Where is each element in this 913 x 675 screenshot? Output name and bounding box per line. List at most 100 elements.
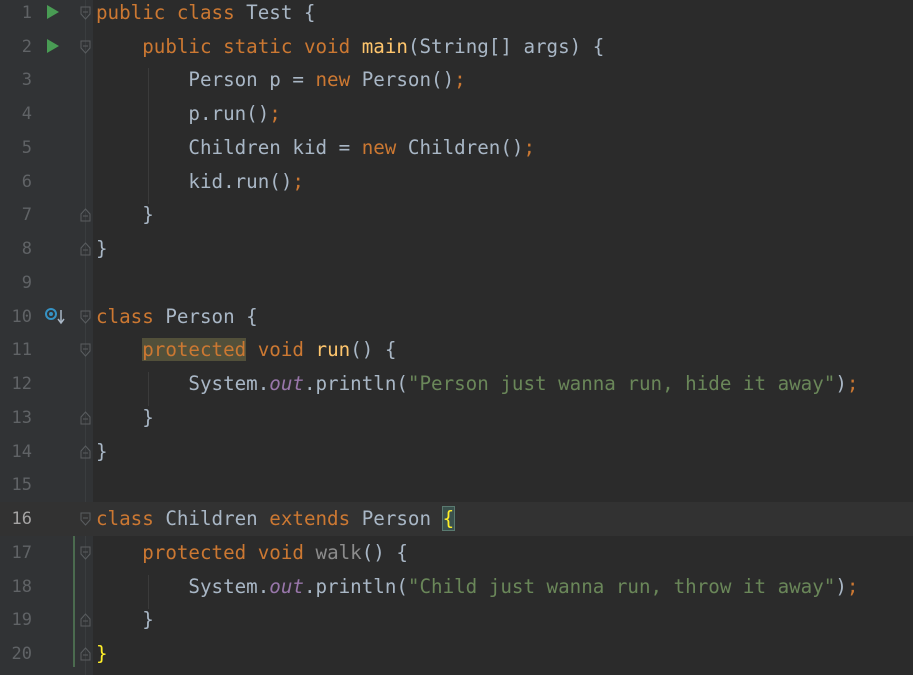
fold-close-icon[interactable] xyxy=(80,647,91,661)
fold-close-icon[interactable] xyxy=(80,613,91,627)
code-line-16[interactable]: 16 class Children extends Person { xyxy=(0,502,913,536)
static-field: out xyxy=(269,575,304,598)
code-text: ) xyxy=(835,372,847,395)
code-line-15[interactable]: 15 xyxy=(0,468,913,502)
line-number: 11 xyxy=(11,340,32,360)
code-text: Children kid = xyxy=(188,136,362,159)
code-text: () { xyxy=(361,541,408,564)
keyword: class xyxy=(96,507,154,530)
code-text[interactable]: } xyxy=(96,198,154,232)
closing-brace: } xyxy=(96,440,108,463)
code-text[interactable]: System.out.println("Child just wanna run… xyxy=(96,570,858,604)
code-text[interactable]: } xyxy=(96,401,154,435)
code-line-1[interactable]: 1 public class Test { xyxy=(0,0,913,30)
code-line-9[interactable]: 9 xyxy=(0,266,913,300)
keyword: void xyxy=(257,338,304,361)
code-text[interactable]: kid.run(); xyxy=(96,165,304,199)
fold-close-icon[interactable] xyxy=(80,411,91,425)
keyword: public class xyxy=(96,1,235,24)
line-number: 17 xyxy=(11,543,32,563)
code-text: Person() xyxy=(350,68,455,91)
code-text[interactable]: public static void main(String[] args) { xyxy=(96,30,604,64)
semicolon: ; xyxy=(846,575,859,598)
matched-brace: } xyxy=(96,642,108,665)
keyword: protected xyxy=(142,338,247,361)
fold-open-icon[interactable] xyxy=(80,40,91,54)
code-text[interactable]: Children kid = new Children(); xyxy=(96,131,535,165)
run-triangle-icon[interactable] xyxy=(47,5,59,19)
code-line-11[interactable]: 11 protected void run() { xyxy=(0,333,913,367)
code-text[interactable]: class Children extends Person { xyxy=(96,502,456,536)
code-text: Person xyxy=(350,507,443,530)
line-number: 1 xyxy=(21,3,32,23)
code-line-6[interactable]: 6 kid.run(); xyxy=(0,165,913,199)
line-number: 14 xyxy=(11,442,32,462)
line-number: 13 xyxy=(11,408,32,428)
code-line-20[interactable]: 20 } xyxy=(0,637,913,671)
code-line-5[interactable]: 5 Children kid = new Children(); xyxy=(0,131,913,165)
code-text[interactable]: } xyxy=(96,435,108,469)
closing-brace: } xyxy=(96,237,108,260)
keyword: class xyxy=(96,305,154,328)
line-number: 16 xyxy=(11,509,32,529)
code-text[interactable]: Person p = new Person(); xyxy=(96,63,466,97)
code-text[interactable]: p.run(); xyxy=(96,97,280,131)
code-line-18[interactable]: 18 System.out.println("Child just wanna … xyxy=(0,570,913,604)
fold-open-icon[interactable] xyxy=(80,546,91,560)
code-line-13[interactable]: 13 } xyxy=(0,401,913,435)
semicolon: ; xyxy=(292,170,304,193)
code-line-12[interactable]: 12 System.out.println("Person just wanna… xyxy=(0,367,913,401)
fold-open-icon[interactable] xyxy=(80,512,91,526)
code-text: kid.run() xyxy=(188,170,293,193)
keyword: extends xyxy=(269,507,351,530)
fold-open-icon[interactable] xyxy=(80,310,91,324)
code-text[interactable]: } xyxy=(96,232,108,266)
static-field: out xyxy=(269,372,304,395)
code-text[interactable]: public class Test { xyxy=(96,0,316,30)
semicolon: ; xyxy=(523,136,535,159)
code-line-14[interactable]: 14 } xyxy=(0,435,913,469)
keyword: protected xyxy=(142,541,247,564)
code-line-2[interactable]: 2 public static void main(String[] args)… xyxy=(0,30,913,64)
code-text: ) xyxy=(835,575,847,598)
keyword: void xyxy=(257,541,304,564)
line-number: 2 xyxy=(21,37,32,57)
code-line-8[interactable]: 8 } xyxy=(0,232,913,266)
code-text: Children() xyxy=(396,136,524,159)
line-number: 15 xyxy=(11,475,32,495)
code-text[interactable]: } xyxy=(96,637,108,671)
code-text[interactable]: class Person { xyxy=(96,300,258,334)
code-text: (String[] args) { xyxy=(407,35,605,58)
line-number: 8 xyxy=(21,239,32,259)
code-text[interactable]: protected void run() { xyxy=(96,333,396,367)
code-line-19[interactable]: 19 } xyxy=(0,603,913,637)
fold-open-icon[interactable] xyxy=(80,6,91,20)
run-triangle-icon[interactable] xyxy=(47,39,59,53)
code-text: System. xyxy=(188,372,270,395)
line-number: 4 xyxy=(21,104,32,124)
line-number: 3 xyxy=(21,70,32,90)
code-editor[interactable]: 1 public class Test { 2 public static vo… xyxy=(0,0,913,675)
code-line-10[interactable]: 10 class Person { xyxy=(0,300,913,334)
code-text: Person p = xyxy=(188,68,316,91)
fold-close-icon[interactable] xyxy=(80,445,91,459)
line-number: 9 xyxy=(21,273,32,293)
closing-brace: } xyxy=(142,203,154,226)
matched-brace: { xyxy=(441,506,456,531)
line-number: 18 xyxy=(11,577,32,597)
fold-close-icon[interactable] xyxy=(80,208,91,222)
code-text[interactable]: System.out.println("Person just wanna ru… xyxy=(96,367,858,401)
keyword: public static void xyxy=(142,35,351,58)
code-line-7[interactable]: 7 } xyxy=(0,198,913,232)
code-line-3[interactable]: 3 Person p = new Person(); xyxy=(0,63,913,97)
code-text[interactable]: protected void walk() { xyxy=(96,536,408,570)
fold-open-icon[interactable] xyxy=(80,343,91,357)
code-line-17[interactable]: 17 protected void walk() { xyxy=(0,536,913,570)
code-line-4[interactable]: 4 p.run(); xyxy=(0,97,913,131)
semicolon: ; xyxy=(454,68,466,91)
fold-close-icon[interactable] xyxy=(80,242,91,256)
code-text: Person { xyxy=(153,305,258,328)
code-text[interactable]: } xyxy=(96,603,154,637)
overridden-method-icon[interactable] xyxy=(44,306,66,328)
string-literal: "Person just wanna run, hide it away" xyxy=(407,372,836,395)
